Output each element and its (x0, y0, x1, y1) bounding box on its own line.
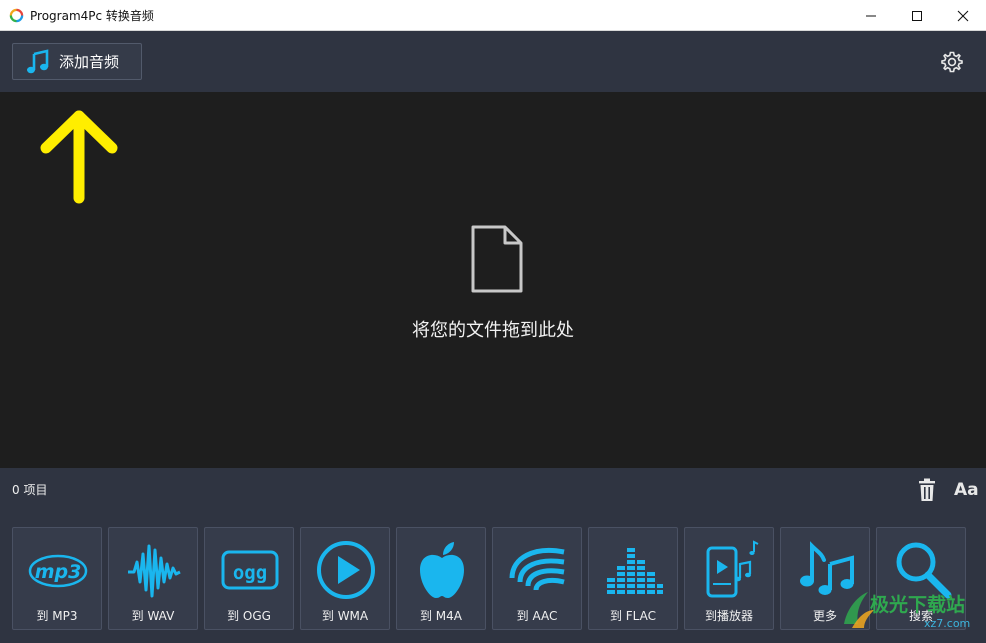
tile-label: 到播放器 (704, 609, 753, 623)
aac-wave-icon (509, 548, 565, 591)
ogg-icon: ogg (221, 550, 279, 590)
equalizer-icon (607, 548, 663, 594)
convert-wav-button[interactable]: 到 WAV (108, 527, 198, 630)
add-audio-button[interactable]: 添加音频 (12, 43, 142, 80)
arrow-up-icon (40, 110, 118, 204)
maximize-button[interactable] (894, 0, 940, 31)
convert-aac-button[interactable]: 到 AAC (492, 527, 582, 630)
convert-player-button[interactable]: 到播放器 (684, 527, 774, 630)
top-toolbar: 添加音频 (0, 31, 986, 92)
drop-hint-text: 将您的文件拖到此处 (412, 320, 574, 341)
app-logo-icon (9, 8, 24, 23)
add-audio-label: 添加音频 (59, 53, 120, 71)
maximize-icon (912, 10, 922, 21)
tile-label: 到 OGG (227, 609, 271, 623)
convert-mp3-button[interactable]: mp3 到 MP3 (12, 527, 102, 630)
close-icon (957, 10, 969, 21)
convert-ogg-button[interactable]: ogg 到 OGG (204, 527, 294, 630)
tile-label: 到 AAC (516, 609, 558, 623)
close-button[interactable] (940, 0, 986, 31)
apple-icon (420, 542, 464, 598)
convert-flac-button[interactable]: 到 FLAC (588, 527, 678, 630)
player-device-icon (706, 540, 759, 598)
convert-wma-button[interactable]: 到 WMA (300, 527, 390, 630)
svg-text:mp3: mp3 (35, 561, 82, 583)
minimize-icon (866, 15, 876, 16)
tile-label: 到 MP3 (36, 609, 78, 623)
tile-label: 到 WAV (131, 609, 175, 623)
mp3-icon: mp3 (28, 554, 88, 588)
waveform-icon (128, 544, 181, 598)
window-title: Program4Pc 转换音频 (30, 9, 154, 23)
tile-label: 到 FLAC (609, 609, 657, 623)
file-icon (471, 225, 523, 293)
settings-gear-icon[interactable] (940, 50, 964, 74)
tile-label: 到 M4A (419, 609, 462, 623)
play-circle-icon (317, 541, 375, 599)
music-note-icon (27, 48, 49, 73)
svg-text:ogg: ogg (233, 562, 267, 584)
tile-label: 到 WMA (321, 609, 369, 623)
minimize-button[interactable] (848, 0, 894, 31)
font-size-icon[interactable]: Aa (954, 480, 979, 500)
title-bar: Program4Pc 转换音频 (0, 0, 986, 31)
status-bar: 0 项目 (0, 468, 986, 512)
item-count: 0 项目 (12, 483, 48, 497)
trash-icon[interactable] (917, 478, 937, 502)
watermark-subtext: xz7.com (924, 617, 971, 630)
watermark-text: 极光下载站 (870, 594, 966, 616)
convert-m4a-button[interactable]: 到 M4A (396, 527, 486, 630)
